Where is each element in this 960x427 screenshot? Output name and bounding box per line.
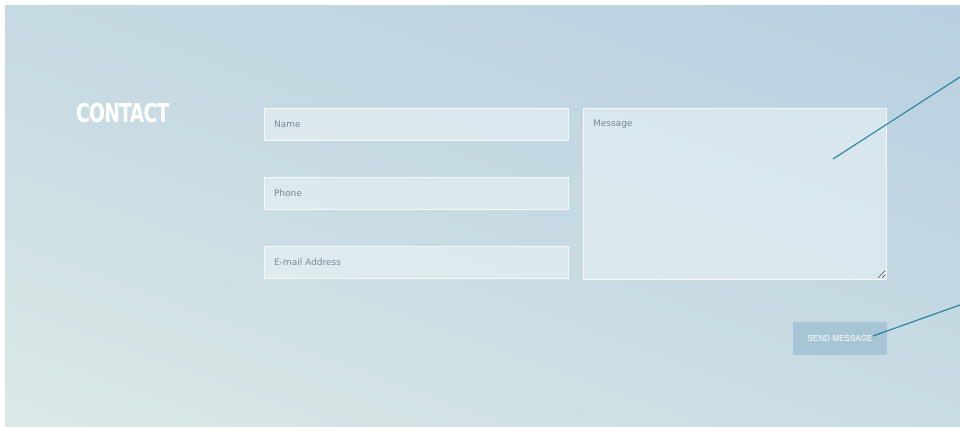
phone-field[interactable] [264,177,569,210]
send-message-button[interactable]: SEND MESSAGE [793,322,887,355]
email-field[interactable] [264,246,569,279]
contact-heading: CONTACT [76,99,169,129]
message-field[interactable] [583,108,887,280]
contact-section: CONTACT SEND MESSAGE [5,5,960,427]
name-field[interactable] [264,108,569,141]
